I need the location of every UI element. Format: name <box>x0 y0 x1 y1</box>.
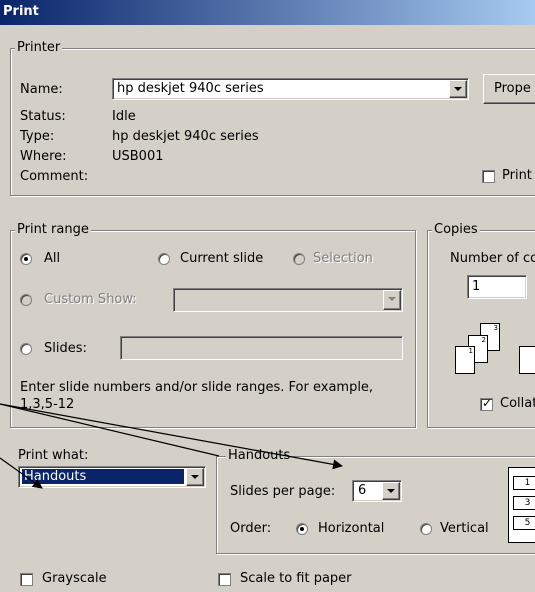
window-title: Print <box>3 4 39 19</box>
preview-slide-1: 1 <box>513 476 535 490</box>
slides-radio-label: Slides: <box>44 341 87 356</box>
where-label: Where: <box>20 149 67 164</box>
selection-radio[interactable] <box>293 253 305 265</box>
printer-dropdown-button[interactable] <box>449 80 467 98</box>
preview-slide-5: 5 <box>513 516 535 530</box>
collate-checkbox[interactable]: ✓ <box>480 396 493 411</box>
radio-selected-dot <box>24 257 28 261</box>
number-of-copies-label: Number of co <box>450 251 535 266</box>
status-label: Status: <box>20 109 66 124</box>
type-label: Type: <box>20 129 55 144</box>
properties-button-label: Prope <box>494 81 531 96</box>
page-1-icon: 1 <box>455 346 475 374</box>
slides-radio[interactable] <box>20 343 32 355</box>
slides-hint-example: 1,3,5-12 <box>20 397 75 412</box>
current-slide-label: Current slide <box>180 251 264 266</box>
print-to-file-label: Print <box>502 168 532 183</box>
printer-group <box>10 48 535 196</box>
slides-input[interactable] <box>120 336 403 360</box>
print-what-select[interactable]: Handouts <box>18 466 206 488</box>
print-range-group-label: Print range <box>15 222 91 237</box>
custom-show-select[interactable] <box>173 288 403 312</box>
copies-group-label: Copies <box>432 222 480 237</box>
custom-show-radio[interactable] <box>20 294 32 306</box>
uncollated-page-icon <box>519 346 535 374</box>
slides-hint: Enter slide numbers and/or slide ranges.… <box>20 380 374 395</box>
checkmark-icon: ✓ <box>482 396 493 410</box>
printer-name-select[interactable]: hp deskjet 940c series <box>112 78 469 100</box>
chevron-down-icon <box>454 87 462 91</box>
chevron-down-icon <box>387 489 395 493</box>
custom-show-dropdown-button[interactable] <box>383 290 401 310</box>
where-value: USB001 <box>112 149 164 164</box>
chevron-down-icon <box>191 475 199 479</box>
slides-per-page-select[interactable]: 6 <box>352 480 402 502</box>
horizontal-radio[interactable] <box>296 523 308 535</box>
type-value: hp deskjet 940c series <box>112 129 259 144</box>
print-what-dropdown-button[interactable] <box>186 468 204 486</box>
handouts-group <box>216 456 535 554</box>
printer-name-value: hp deskjet 940c series <box>117 81 264 96</box>
all-radio[interactable] <box>20 253 32 265</box>
scale-to-fit-label: Scale to fit paper <box>240 571 352 586</box>
comment-label: Comment: <box>20 169 89 184</box>
horizontal-label: Horizontal <box>318 521 385 536</box>
print-what-value: Handouts <box>22 469 184 484</box>
handout-preview-icon: 1 3 5 <box>508 467 535 543</box>
grayscale-checkbox[interactable] <box>20 573 33 586</box>
slides-per-page-value: 6 <box>358 483 367 498</box>
printer-name-label: Name: <box>20 82 63 97</box>
all-radio-label: All <box>44 251 61 266</box>
chevron-down-icon <box>388 297 396 301</box>
slides-per-page-dropdown-button[interactable] <box>382 482 400 500</box>
number-of-copies-value: 1 <box>472 279 481 294</box>
number-of-copies-input[interactable]: 1 <box>467 275 527 299</box>
vertical-radio[interactable] <box>420 523 432 535</box>
current-slide-radio[interactable] <box>158 253 170 265</box>
radio-selected-dot <box>300 527 304 531</box>
order-label: Order: <box>230 521 272 536</box>
printer-group-label: Printer <box>15 40 63 55</box>
collate-label: Collat <box>500 396 535 411</box>
print-to-file-checkbox[interactable] <box>482 170 495 183</box>
selection-label: Selection <box>313 251 373 266</box>
vertical-label: Vertical <box>440 521 489 536</box>
handouts-group-label: Handouts <box>226 448 293 463</box>
preview-slide-3: 3 <box>513 496 535 510</box>
print-what-label: Print what: <box>18 448 89 463</box>
scale-to-fit-checkbox[interactable] <box>218 573 231 586</box>
custom-show-label: Custom Show: <box>44 292 137 307</box>
title-bar[interactable]: Print <box>0 0 535 25</box>
print-dialog: Print Printer Name: hp deskjet 940c seri… <box>0 0 535 592</box>
slides-per-page-label: Slides per page: <box>230 484 336 499</box>
grayscale-label: Grayscale <box>42 571 107 586</box>
properties-button[interactable]: Prope <box>483 74 535 104</box>
status-value: Idle <box>112 109 136 124</box>
